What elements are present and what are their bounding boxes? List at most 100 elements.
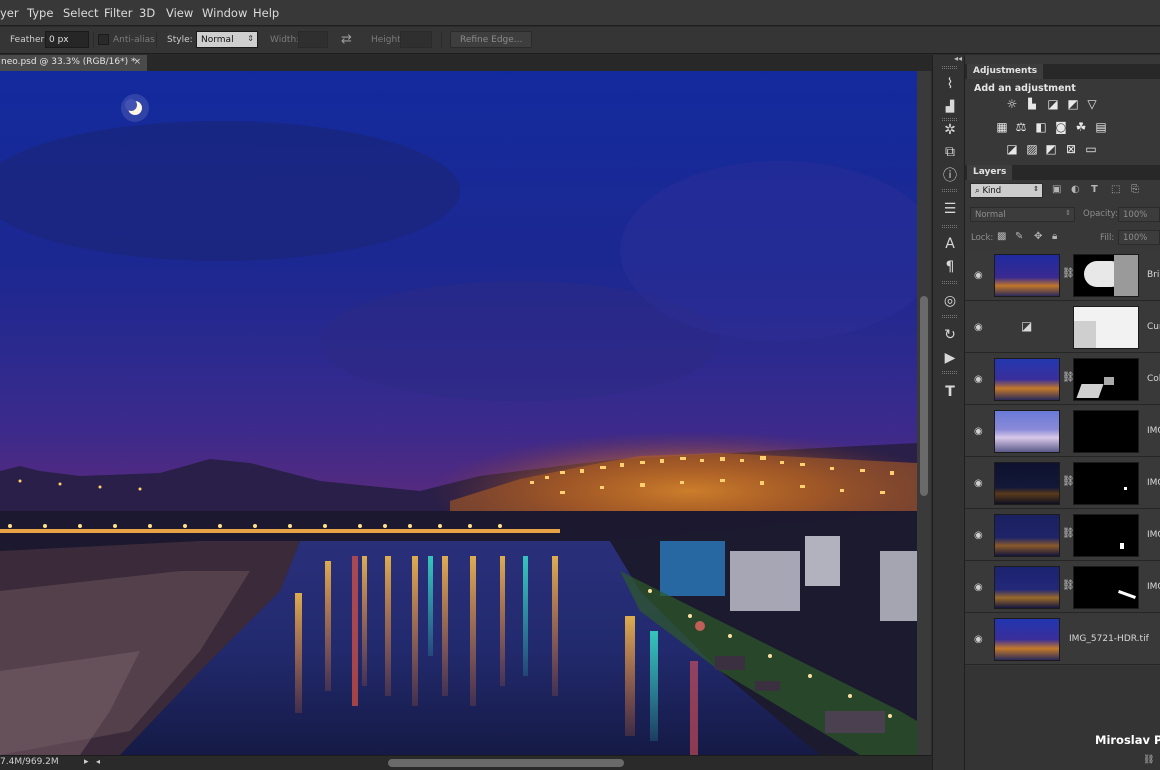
layer-row[interactable]: ◉ IMG_5721-HDR.tif [965,614,1160,665]
width-label: Width: [270,35,300,45]
eye-icon[interactable]: ◉ [974,582,983,593]
scroll-thumb[interactable] [920,296,928,496]
fill-input[interactable]: 100% [1118,230,1160,245]
layer-thumbnail [994,410,1060,453]
tab-adjustments[interactable]: Adjustments [967,64,1044,79]
photo-filter-icon[interactable]: ◙ [1053,120,1069,134]
histogram-icon[interactable]: ▟ [941,97,959,115]
layer-name: IMG_5721-HDR.tif [1069,634,1149,644]
menu-filter[interactable]: Filter [104,6,132,20]
properties-icon[interactable]: ☰ [941,200,959,218]
eye-icon[interactable]: ◉ [974,322,983,333]
lock-pixels-icon[interactable]: ✎ [1015,231,1023,242]
selective-color-icon[interactable]: ⊠ [1063,142,1079,156]
layers-tab-bar: Layers [965,165,1160,180]
collapse-icon[interactable]: ◂◂ [954,54,962,63]
actions-icon[interactable]: ▶ [941,349,959,367]
clone-source-icon[interactable]: ⧉ [941,143,959,161]
width-input[interactable] [298,31,328,48]
photographer-credit: Miroslav Petr [1095,733,1160,747]
shape-filter-icon[interactable]: ⬚ [1111,184,1120,195]
threshold-icon[interactable]: ◩ [1043,142,1059,156]
blend-mode-select[interactable]: Normal ⇕ [970,207,1075,222]
posterize-icon[interactable]: ▨ [1024,142,1040,156]
gradient-map-icon[interactable]: ▭ [1083,142,1099,156]
menu-window[interactable]: Window [202,6,247,20]
eye-icon[interactable]: ◉ [974,530,983,541]
document-canvas[interactable] [0,71,917,755]
right-panels: Adjustments Add an adjustment ☼ ▙ ◪ ◩ ▽ … [965,55,1160,770]
hue-saturation-icon[interactable]: ▦ [994,120,1010,134]
tab-layers[interactable]: Layers [967,165,1013,180]
swap-icon[interactable]: ⇄ [341,32,352,47]
brightness-contrast-icon[interactable]: ☼ [1004,97,1020,111]
eye-icon[interactable]: ◉ [974,270,983,281]
channel-mixer-icon[interactable]: ☘ [1073,120,1089,134]
tk-panel-icon[interactable]: T [941,383,959,401]
history-icon[interactable]: ↻ [941,326,959,344]
up-down-arrows-icon: ⇕ [1033,185,1039,193]
invert-icon[interactable]: ◪ [1004,142,1020,156]
status-arrow-icon[interactable]: ▸ [84,757,89,767]
fill-label: Fill: [1100,233,1115,243]
layer-row[interactable]: ◉ ⛓ Col [965,354,1160,405]
black-white-icon[interactable]: ◧ [1033,120,1049,134]
smart-object-filter-icon[interactable]: ⎘ [1131,184,1139,195]
layer-name: IMG [1147,582,1160,592]
height-input[interactable] [400,31,432,48]
menu-help[interactable]: Help [253,6,279,20]
info-icon[interactable]: ⓘ [941,166,959,184]
mask-shape [1114,255,1138,296]
layer-row[interactable]: ◉ ⛓ IMG [965,510,1160,561]
channels-icon[interactable]: ◎ [941,292,959,310]
layer-thumbnail [994,462,1060,505]
antialias-checkbox[interactable] [98,34,109,45]
menu-3d[interactable]: 3D [139,6,155,20]
paths-icon[interactable]: ⌇ [941,75,959,93]
paragraph-icon[interactable]: ¶ [941,258,959,276]
refine-edge-button[interactable]: Refine Edge... [450,31,533,48]
brush-settings-icon[interactable]: ✲ [941,121,959,139]
eye-icon[interactable]: ◉ [974,426,983,437]
scroll-left-icon[interactable]: ◂ [96,757,100,766]
character-icon[interactable]: A [941,235,959,253]
feather-input[interactable]: 0 px [45,31,89,48]
document-tab-bar: neo.psd @ 33.3% (RGB/16*) * × [0,55,932,71]
layer-row[interactable]: ◉ ⛓ IMG [965,458,1160,509]
vibrance-icon[interactable]: ▽ [1084,97,1100,111]
exposure-icon[interactable]: ◩ [1065,97,1081,111]
eye-icon[interactable]: ◉ [974,374,983,385]
layer-row[interactable]: ◉ IMG [965,406,1160,457]
opacity-input[interactable]: 100% [1118,207,1160,222]
pixel-filter-icon[interactable]: ▣ [1052,184,1061,195]
layer-row[interactable]: ◉ ⛓ Bri [965,250,1160,301]
lock-all-icon[interactable]: 🔒︎ [1052,231,1057,242]
horizontal-scroll-thumb[interactable] [388,759,624,767]
levels-icon[interactable]: ▙ [1024,97,1040,111]
eye-icon[interactable]: ◉ [974,634,983,645]
lock-position-icon[interactable]: ✥ [1034,231,1042,242]
type-filter-icon[interactable]: T [1091,184,1098,195]
color-balance-icon[interactable]: ⚖ [1013,120,1029,134]
close-icon[interactable]: × [133,57,141,67]
curves-icon[interactable]: ◪ [1045,97,1061,111]
layer-filter-select[interactable]: ⌕ Kind ⇕ [970,183,1043,198]
mask-shape [1074,321,1096,348]
mask-shape [1118,590,1136,599]
menu-select[interactable]: Select [63,6,98,20]
vertical-scrollbar[interactable] [917,71,931,755]
layer-thumbnail [994,358,1060,401]
adjustment-filter-icon[interactable]: ◐ [1071,184,1080,195]
menu-view[interactable]: View [166,6,193,20]
eye-icon[interactable]: ◉ [974,478,983,489]
layer-row[interactable]: ◉ ◪ Cur [965,302,1160,353]
layer-row[interactable]: ◉ ⛓ IMG [965,562,1160,613]
color-lookup-icon[interactable]: ▤ [1093,120,1109,134]
menu-layer[interactable]: yer [0,6,19,20]
document-tab[interactable]: neo.psd @ 33.3% (RGB/16*) * × [0,55,147,71]
menu-type[interactable]: Type [27,6,53,20]
style-select[interactable]: Normal ⇕ [196,31,258,48]
layer-mask-thumbnail [1073,514,1139,557]
link-layers-icon[interactable]: ⛓ [1143,755,1154,765]
lock-transparency-icon[interactable]: ▩ [997,231,1006,242]
